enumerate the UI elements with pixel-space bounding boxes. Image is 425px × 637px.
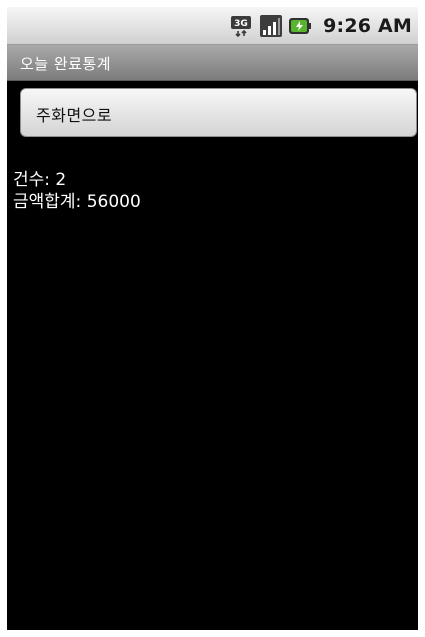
total-value: 56000: [86, 192, 141, 212]
title-bar: 오늘 완료통계: [7, 45, 418, 81]
clock-time: 9:26 AM: [323, 15, 412, 37]
status-bar: 3G 9:26 AM: [7, 7, 418, 45]
signal-strength-icon: [259, 14, 283, 38]
battery-charging-icon: [288, 14, 312, 38]
svg-text:3G: 3G: [234, 19, 248, 29]
count-value: 2: [55, 170, 67, 190]
total-label: 금액합계:: [13, 192, 87, 212]
network-3g-icon: 3G: [230, 14, 254, 38]
home-button-label: 주화면으로: [36, 106, 113, 125]
home-button[interactable]: 주화면으로: [20, 88, 417, 137]
phone-screen: 3G 9:26 AM 오늘 완료통계 주화면으로 건수: 2 금액합계: 560…: [7, 7, 418, 630]
total-row: 금액합계: 56000: [13, 191, 141, 213]
status-icons: 3G 9:26 AM: [230, 13, 412, 39]
count-label: 건수:: [13, 170, 56, 190]
stats-panel: 건수: 2 금액합계: 56000: [13, 169, 141, 213]
page-title: 오늘 완료통계: [20, 55, 112, 73]
count-row: 건수: 2: [13, 169, 141, 191]
